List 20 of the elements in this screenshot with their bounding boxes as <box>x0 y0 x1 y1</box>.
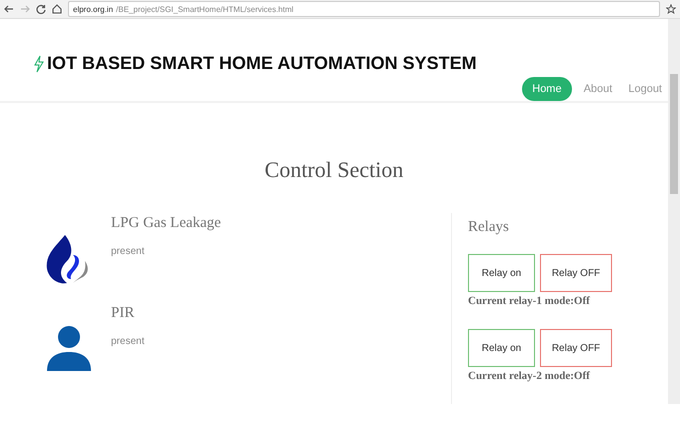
bolt-icon <box>33 54 45 72</box>
relay-off-button[interactable]: Relay OFF <box>540 254 612 292</box>
relay-mode: Current relay-2 mode:Off <box>468 370 591 382</box>
address-bar[interactable]: elpro.org.in /BE_project/SGI_SmartHome/HTML/services.html <box>68 1 660 17</box>
relay-mode: Current relay-1 mode:Off <box>468 295 591 307</box>
site-title: IOT BASED SMART HOME AUTOMATION SYSTEM <box>33 53 477 74</box>
scrollbar-thumb[interactable] <box>670 74 678 194</box>
relay-on-button[interactable]: Relay on <box>468 254 535 292</box>
relay-on-button[interactable]: Relay on <box>468 329 535 367</box>
sensor-name: LPG Gas Leakage <box>111 215 221 232</box>
sensor-name: PIR <box>111 305 136 322</box>
reload-icon[interactable] <box>36 4 46 14</box>
relays-title: Relays <box>468 219 510 236</box>
sensor-status: present <box>111 336 144 347</box>
sensor-status: present <box>111 246 146 257</box>
home-icon[interactable] <box>52 4 62 14</box>
section-title: Control Section <box>264 157 404 183</box>
star-icon[interactable] <box>666 4 676 14</box>
relay-off-button[interactable]: Relay OFF <box>540 329 612 367</box>
back-icon[interactable] <box>4 4 14 14</box>
